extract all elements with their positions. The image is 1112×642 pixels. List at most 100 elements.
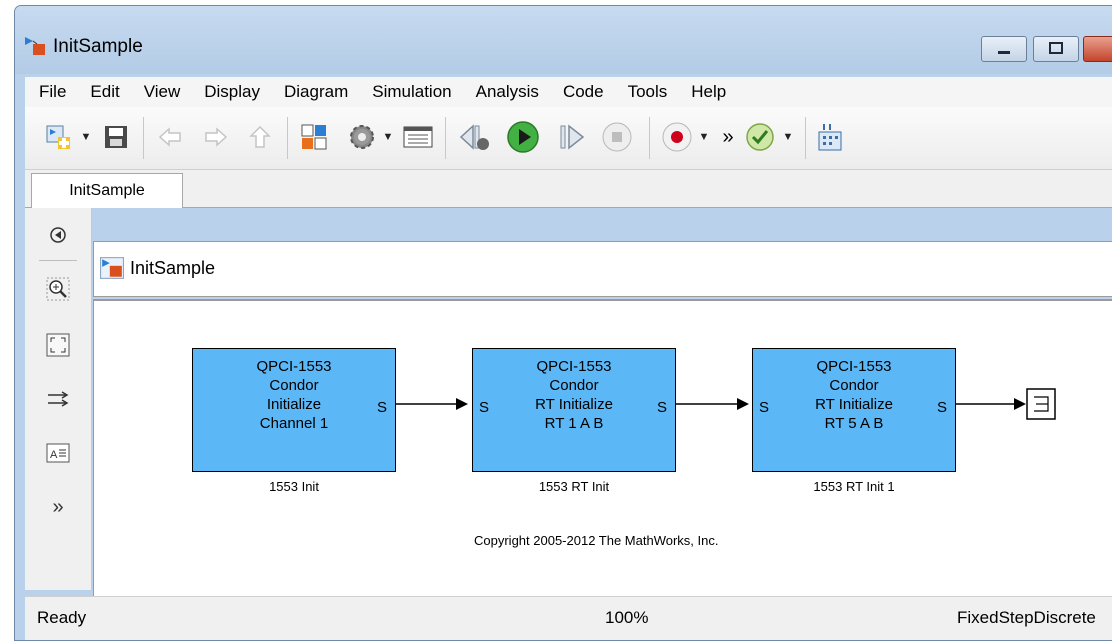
block-name-label[interactable]: 1553 Init xyxy=(192,479,396,494)
menu-tools[interactable]: Tools xyxy=(616,82,680,102)
block-name-label[interactable]: 1553 RT Init 1 xyxy=(752,479,956,494)
close-button[interactable] xyxy=(1083,36,1112,62)
model-explorer-icon xyxy=(403,126,433,148)
step-forward-button[interactable] xyxy=(557,121,587,153)
block-1553-rt-init[interactable]: QPCI-1553 Condor RT Initialize RT 1 A B … xyxy=(472,348,676,472)
menu-code[interactable]: Code xyxy=(551,82,616,102)
save-button[interactable] xyxy=(101,121,131,153)
simulink-window: InitSample File Edit View Display Diagra… xyxy=(14,5,1112,641)
annotation-button[interactable]: A xyxy=(45,440,71,466)
fit-to-view-button[interactable] xyxy=(45,332,71,358)
stop-icon xyxy=(602,122,632,152)
simulink-model-icon xyxy=(100,257,124,279)
maximize-button[interactable] xyxy=(1033,36,1079,62)
block-1553-rt-init-1[interactable]: QPCI-1553 Condor RT Initialize RT 5 A B … xyxy=(752,348,956,472)
record-dropdown[interactable]: ▼ xyxy=(697,121,711,153)
diagram-canvas[interactable]: QPCI-1553 Condor Initialize Channel 1 S … xyxy=(93,299,1112,596)
check-dropdown[interactable]: ▼ xyxy=(781,121,795,153)
toolbar-separator xyxy=(805,117,806,159)
output-port-label: S xyxy=(936,399,947,416)
window-title: InitSample xyxy=(53,36,143,57)
up-button[interactable] xyxy=(245,121,275,153)
input-port-label: S xyxy=(759,399,770,416)
toolbar-separator xyxy=(649,117,650,159)
zoom-button[interactable] xyxy=(45,276,71,302)
run-icon xyxy=(507,121,539,153)
step-forward-icon xyxy=(560,124,585,150)
input-port-label: S xyxy=(479,399,490,416)
solver-name[interactable]: FixedStepDiscrete xyxy=(957,608,1096,628)
palette-divider xyxy=(39,260,77,261)
record-button[interactable] xyxy=(661,121,693,153)
toolbar-separator xyxy=(143,117,144,159)
build-icon xyxy=(818,124,842,151)
forward-arrow-icon xyxy=(205,127,228,147)
menu-file[interactable]: File xyxy=(25,82,78,102)
signal-routing-icon xyxy=(48,391,69,407)
step-back-icon xyxy=(459,124,489,150)
left-palette: A » xyxy=(25,208,92,590)
breadcrumb[interactable]: InitSample xyxy=(130,258,215,279)
copyright-annotation: Copyright 2005-2012 The MathWorks, Inc. xyxy=(474,533,719,548)
block-text: QPCI-1553 Condor RT Initialize RT 5 A B xyxy=(815,358,893,432)
check-model-button[interactable] xyxy=(743,121,777,153)
new-model-icon xyxy=(46,125,70,149)
address-bar[interactable]: InitSample xyxy=(93,241,1112,297)
signal-routing-button[interactable] xyxy=(45,386,71,412)
toolbar: ▼ ▼ ▼ » ▼ xyxy=(25,107,1112,170)
model-tab-strip: InitSample xyxy=(25,170,1112,208)
block-1553-init[interactable]: QPCI-1553 Condor Initialize Channel 1 S xyxy=(192,348,396,472)
library-browser-icon xyxy=(301,124,327,150)
forward-button[interactable] xyxy=(201,121,231,153)
zoom-icon xyxy=(46,277,70,301)
menu-view[interactable]: View xyxy=(132,82,193,102)
hide-show-browser-icon xyxy=(50,227,66,243)
minimize-icon xyxy=(998,51,1010,54)
up-arrow-icon xyxy=(249,125,271,148)
simulink-model-icon xyxy=(25,37,45,55)
menu-edit[interactable]: Edit xyxy=(78,82,131,102)
new-model-dropdown[interactable]: ▼ xyxy=(79,121,93,153)
menu-simulation[interactable]: Simulation xyxy=(360,82,463,102)
new-model-button[interactable] xyxy=(43,121,73,153)
menu-display[interactable]: Display xyxy=(192,82,272,102)
model-config-button[interactable] xyxy=(347,121,377,153)
expand-more-icon[interactable]: » xyxy=(45,494,71,520)
back-button[interactable] xyxy=(155,121,185,153)
output-port-label: S xyxy=(376,399,387,416)
svg-text:A: A xyxy=(50,449,58,461)
status-bar: Ready 100% FixedStepDiscrete xyxy=(25,596,1112,640)
block-text: QPCI-1553 Condor Initialize Channel 1 xyxy=(256,358,332,432)
maximize-icon xyxy=(1049,42,1063,54)
menu-diagram[interactable]: Diagram xyxy=(272,82,360,102)
menu-help[interactable]: Help xyxy=(679,82,738,102)
build-button[interactable] xyxy=(815,121,845,153)
save-icon xyxy=(105,126,127,148)
menu-analysis[interactable]: Analysis xyxy=(464,82,551,102)
record-icon xyxy=(662,122,692,152)
menu-bar: File Edit View Display Diagram Simulatio… xyxy=(25,77,1112,107)
run-button[interactable] xyxy=(505,121,541,153)
stop-button[interactable] xyxy=(601,121,633,153)
output-port-label: S xyxy=(656,399,667,416)
model-explorer-button[interactable] xyxy=(401,121,435,153)
hide-show-browser-button[interactable] xyxy=(45,222,71,248)
annotation-icon: A xyxy=(46,443,70,463)
block-text: QPCI-1553 Condor RT Initialize RT 1 A B xyxy=(535,358,613,432)
title-bar[interactable]: InitSample xyxy=(15,6,1112,74)
status-text: Ready xyxy=(37,608,87,627)
back-arrow-icon xyxy=(158,127,181,147)
block-name-label[interactable]: 1553 RT Init xyxy=(472,479,676,494)
settings-gear-icon xyxy=(350,125,374,149)
tab-initsample[interactable]: InitSample xyxy=(31,173,183,208)
library-browser-button[interactable] xyxy=(299,121,329,153)
zoom-level: 100% xyxy=(605,608,649,627)
toolbar-separator xyxy=(287,117,288,159)
minimize-button[interactable] xyxy=(981,36,1027,62)
toolbar-separator xyxy=(445,117,446,159)
step-back-button[interactable] xyxy=(457,121,491,153)
more-icon[interactable]: » xyxy=(719,121,737,153)
fit-to-view-icon xyxy=(46,333,70,357)
check-model-icon xyxy=(746,123,774,151)
config-dropdown[interactable]: ▼ xyxy=(381,121,395,153)
